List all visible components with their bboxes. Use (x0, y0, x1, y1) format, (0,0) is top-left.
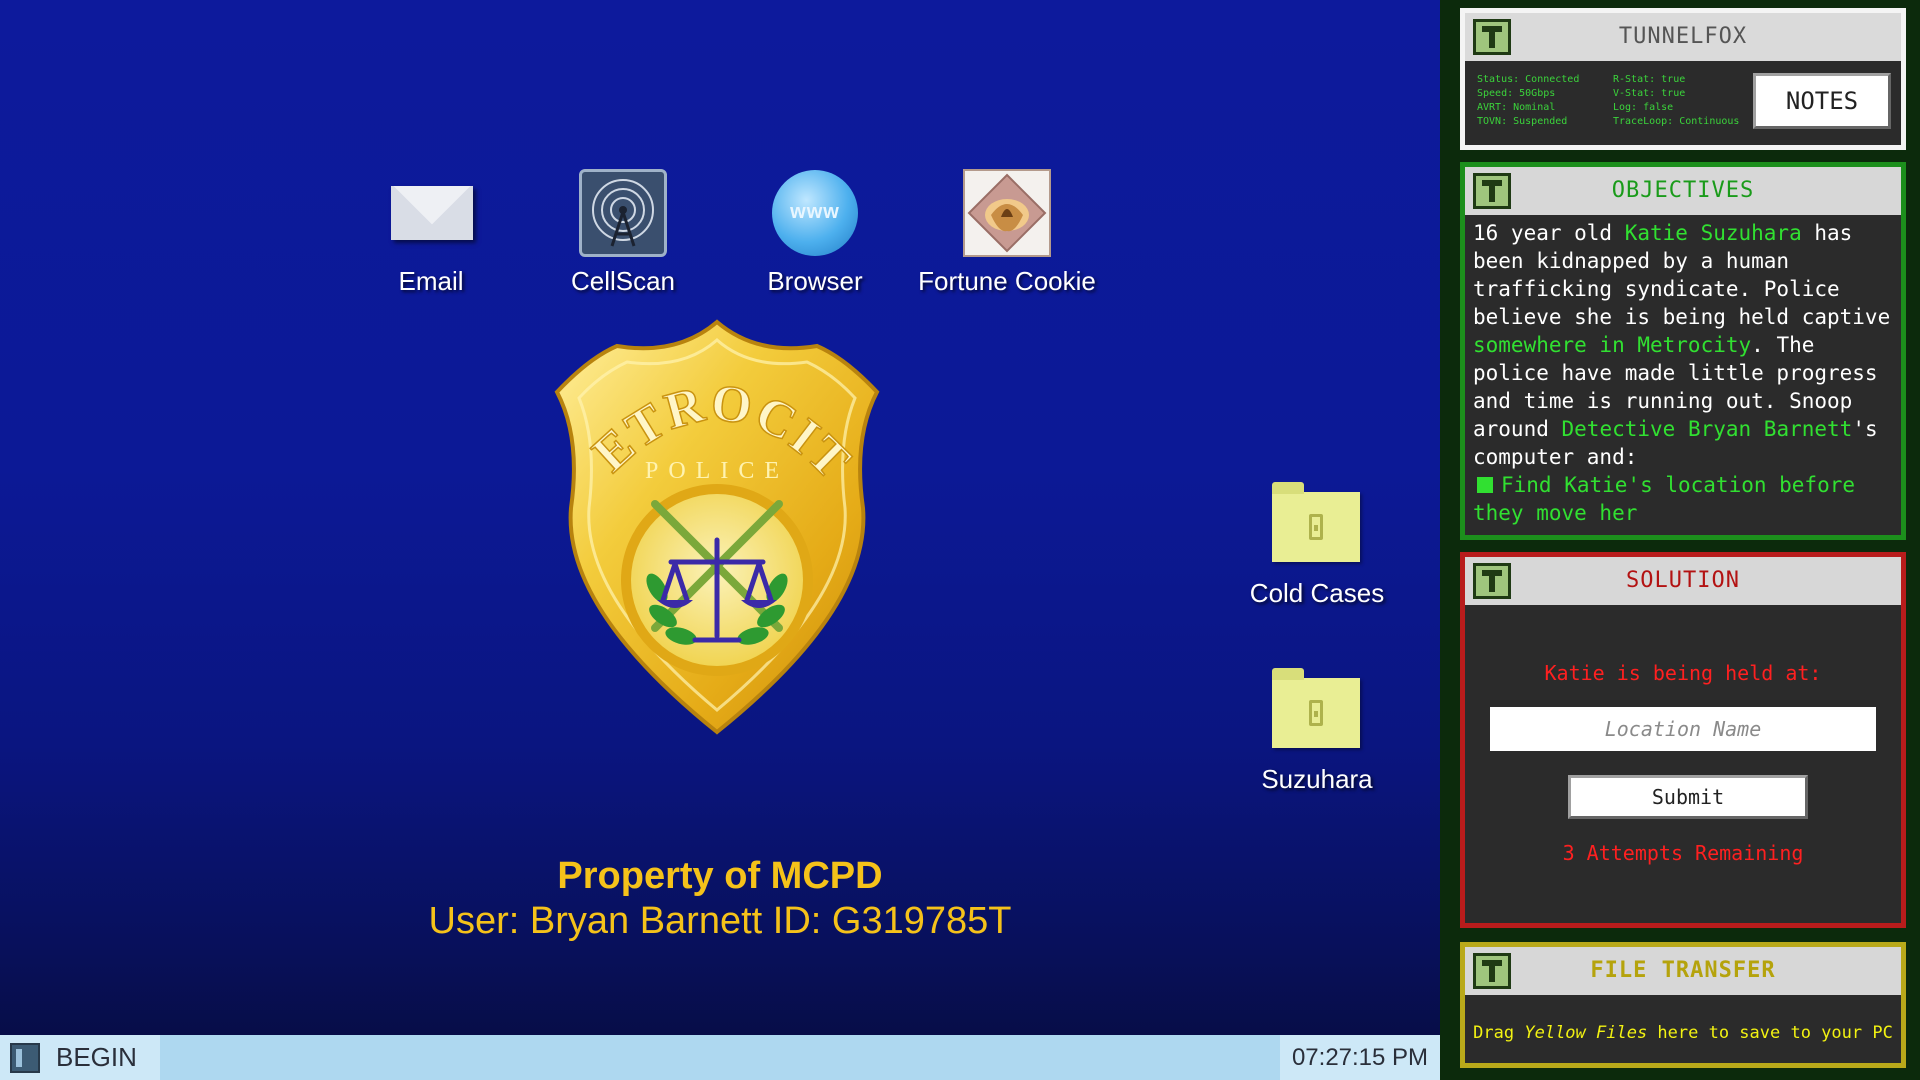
desktop-icon-fortune-cookie[interactable]: Fortune Cookie (912, 168, 1102, 297)
panel-title: SOLUTION (1465, 557, 1901, 605)
location-hint: somewhere in Metrocity (1473, 333, 1752, 357)
transfer-text-emphasis: Yellow Files (1524, 1023, 1648, 1043)
solution-panel: SOLUTION Katie is being held at: Submit … (1460, 552, 1906, 928)
globe-icon-text: www (790, 201, 840, 223)
desktop-icon-label: Cold Cases (1249, 578, 1385, 608)
folder-icon (1272, 666, 1362, 756)
stat-line: Status: Connected (1477, 74, 1580, 85)
police-badge-logo: METROCITY POLICE (545, 318, 880, 735)
transfer-text: here to save to your PC (1647, 1023, 1893, 1043)
victim-name: Katie Suzuhara (1624, 221, 1802, 245)
user-id-line: User: Bryan Barnett ID: G319785T (428, 900, 1012, 942)
file-transfer-instructions: Drag Yellow Files here to save to your P… (1465, 1023, 1901, 1043)
stat-line: AVRT: Nominal (1477, 102, 1556, 113)
property-line: Property of MCPD (557, 855, 883, 897)
stat-line: Speed: 50Gbps (1477, 88, 1556, 99)
notes-button[interactable]: NOTES (1753, 73, 1891, 129)
checkbox-icon (1477, 477, 1493, 493)
stat-line: TraceLoop: Continuous (1613, 116, 1740, 127)
objective-text: 16 year old (1473, 221, 1625, 245)
tunnelfox-panel: TUNNELFOX Status: Connected Speed: 50Gbp… (1460, 8, 1906, 150)
badge-sub-text: POLICE (645, 458, 789, 484)
attempts-remaining: 3 Attempts Remaining (1562, 841, 1804, 865)
objectives-panel: OBJECTIVES 16 year old Katie Suzuhara ha… (1460, 162, 1906, 540)
detective-name: Detective Bryan Barnett (1561, 417, 1853, 441)
desktop-folder-cold-cases[interactable]: Cold Cases (1222, 480, 1412, 609)
desktop: Email CellScan www Browser Fortune Cooki… (0, 0, 1440, 1035)
desktop-icon-label: Browser (767, 266, 863, 296)
submit-button[interactable]: Submit (1568, 775, 1808, 819)
desktop-icon-browser[interactable]: www Browser (720, 168, 910, 297)
file-transfer-panel[interactable]: FILE TRANSFER Drag Yellow Files here to … (1460, 942, 1906, 1068)
panel-title: OBJECTIVES (1465, 167, 1901, 215)
tunnelfox-stats-right: R-Stat: true V-Stat: true Log: false Tra… (1613, 73, 1739, 129)
objectives-text: 16 year old Katie Suzuhara has been kidn… (1473, 219, 1893, 527)
panel-title: TUNNELFOX (1465, 13, 1901, 61)
begin-icon (10, 1042, 40, 1073)
globe-icon: www (770, 168, 860, 258)
begin-button[interactable]: BEGIN (0, 1035, 160, 1080)
tunnelfox-stats-left: Status: Connected Speed: 50Gbps AVRT: No… (1477, 73, 1579, 129)
desktop-icon-label: CellScan (570, 266, 676, 296)
fortune-cookie-icon (962, 168, 1052, 258)
envelope-icon (386, 168, 476, 258)
objective-item: Find Katie's location before they move h… (1473, 471, 1893, 527)
t-logo-icon (1473, 953, 1511, 989)
begin-label: BEGIN (56, 1042, 137, 1072)
stat-line: Log: false (1613, 102, 1674, 113)
cell-tower-icon (578, 168, 668, 258)
stat-line: R-Stat: true (1613, 74, 1686, 85)
desktop-icon-label: Suzuhara (1261, 764, 1373, 794)
desktop-icon-label: Fortune Cookie (918, 266, 1096, 296)
taskbar-clock: 07:27:15 PM (1280, 1035, 1440, 1080)
desktop-icon-cellscan[interactable]: CellScan (528, 168, 718, 297)
t-logo-icon (1473, 563, 1511, 599)
t-logo-icon (1473, 173, 1511, 209)
t-logo-icon (1473, 19, 1511, 55)
desktop-folder-suzuhara[interactable]: Suzuhara (1222, 666, 1412, 795)
folder-icon (1272, 480, 1362, 570)
panel-title: FILE TRANSFER (1465, 947, 1901, 995)
location-name-input[interactable] (1490, 707, 1876, 751)
taskbar: BEGIN 07:27:15 PM (0, 1035, 1440, 1080)
objective-task: Find Katie's location before they move h… (1473, 473, 1856, 525)
stat-line: V-Stat: true (1613, 88, 1686, 99)
stat-line: TOVN: Suspended (1477, 116, 1568, 127)
transfer-text: Drag (1473, 1023, 1525, 1043)
desktop-icon-email[interactable]: Email (336, 168, 526, 297)
desktop-icon-label: Email (398, 266, 464, 296)
solution-prompt: Katie is being held at: (1544, 661, 1822, 685)
